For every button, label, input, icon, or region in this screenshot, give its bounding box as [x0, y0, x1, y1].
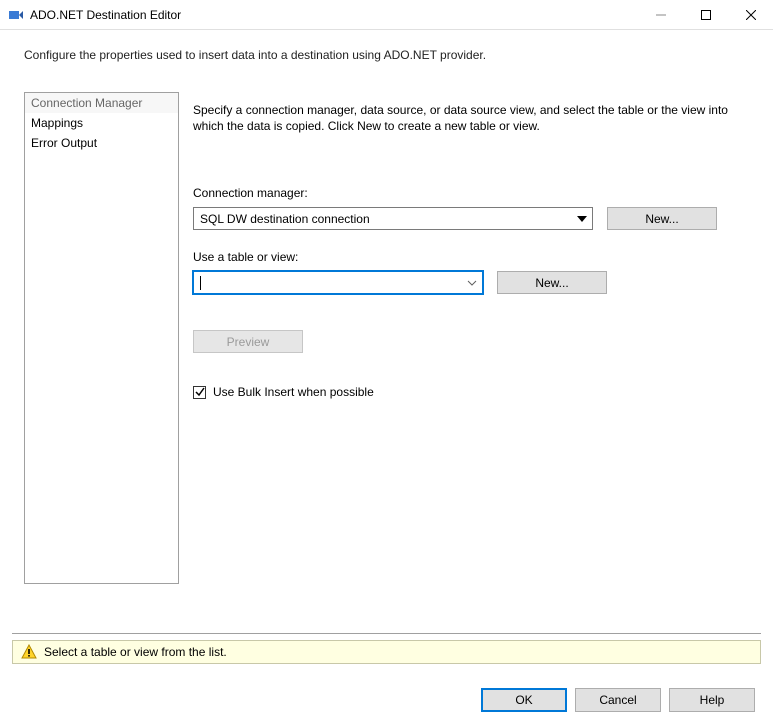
main-area: Connection Manager Mappings Error Output… — [0, 74, 773, 584]
bulk-insert-checkbox[interactable] — [193, 386, 206, 399]
preview-row: Preview — [193, 330, 749, 353]
button-label: Cancel — [599, 693, 636, 707]
titlebar-left: ADO.NET Destination Editor — [8, 7, 181, 23]
panel-intro: Specify a connection manager, data sourc… — [193, 102, 749, 134]
button-label: New... — [645, 212, 678, 226]
new-table-button[interactable]: New... — [497, 271, 607, 294]
sidebar-item-label: Connection Manager — [31, 96, 142, 110]
maximize-button[interactable] — [683, 0, 728, 30]
connection-manager-field: Connection manager: SQL DW destination c… — [193, 186, 749, 230]
sidebar-item-mappings[interactable]: Mappings — [25, 113, 178, 133]
connection-manager-dropdown[interactable]: SQL DW destination connection — [193, 207, 593, 230]
window-controls — [638, 0, 773, 29]
status-message: Select a table or view from the list. — [44, 645, 227, 659]
close-button[interactable] — [728, 0, 773, 30]
button-label: Preview — [227, 335, 270, 349]
titlebar: ADO.NET Destination Editor — [0, 0, 773, 30]
help-button[interactable]: Help — [669, 688, 755, 712]
text-cursor — [200, 276, 201, 290]
new-connection-button[interactable]: New... — [607, 207, 717, 230]
bulk-insert-label: Use Bulk Insert when possible — [213, 385, 374, 399]
cancel-button[interactable]: Cancel — [575, 688, 661, 712]
sidebar-item-connection-manager[interactable]: Connection Manager — [25, 93, 178, 113]
separator — [12, 633, 761, 634]
ok-button[interactable]: OK — [481, 688, 567, 712]
app-icon — [8, 7, 24, 23]
sidebar-item-label: Error Output — [31, 136, 97, 150]
table-or-view-field: Use a table or view: New... — [193, 250, 749, 294]
table-or-view-label: Use a table or view: — [193, 250, 749, 264]
page-description: Configure the properties used to insert … — [0, 30, 773, 74]
content-panel: Specify a connection manager, data sourc… — [193, 92, 749, 584]
sidebar-item-label: Mappings — [31, 116, 83, 130]
dropdown-arrow-icon — [573, 208, 590, 229]
sidebar: Connection Manager Mappings Error Output — [24, 92, 179, 584]
button-label: Help — [700, 693, 725, 707]
sidebar-item-error-output[interactable]: Error Output — [25, 133, 178, 153]
button-label: OK — [515, 693, 532, 707]
connection-manager-value: SQL DW destination connection — [200, 212, 370, 226]
connection-manager-label: Connection manager: — [193, 186, 749, 200]
status-bar: Select a table or view from the list. — [12, 640, 761, 664]
chevron-down-icon — [463, 272, 480, 293]
minimize-button[interactable] — [638, 0, 683, 30]
button-label: New... — [535, 276, 568, 290]
preview-button: Preview — [193, 330, 303, 353]
bulk-insert-checkbox-row: Use Bulk Insert when possible — [193, 385, 749, 399]
footer-buttons: OK Cancel Help — [481, 688, 755, 712]
warning-icon — [21, 644, 37, 660]
window-title: ADO.NET Destination Editor — [30, 8, 181, 22]
table-or-view-combobox[interactable] — [193, 271, 483, 294]
